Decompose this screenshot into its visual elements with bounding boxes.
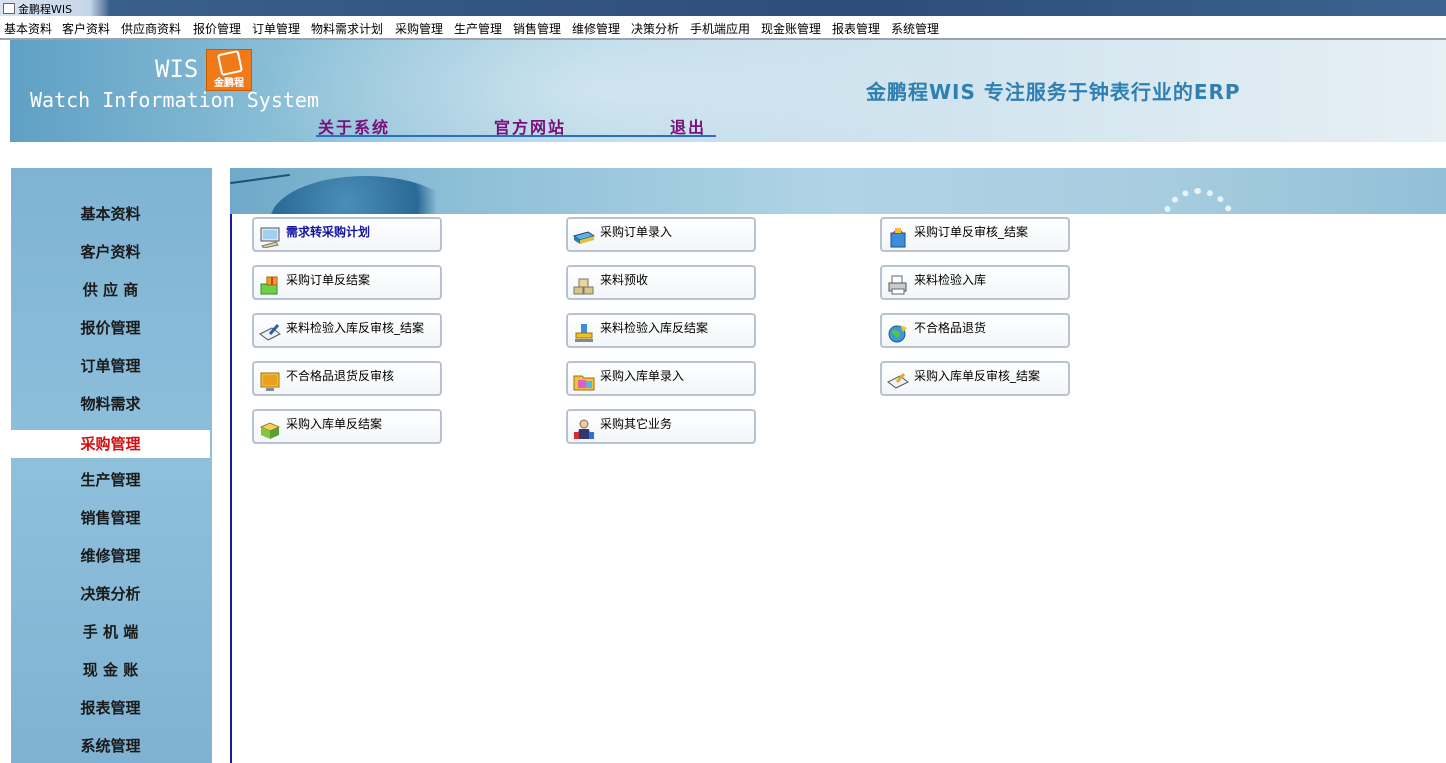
function-label: 采购订单反结案 [286,273,371,287]
laptop-order-icon [572,231,596,244]
function-label: 采购入库单反结案 [286,417,383,431]
sidebar-item-cash[interactable]: 现 金 账 [11,656,210,684]
sidebar: 基本资料 客户资料 供 应 商 报价管理 订单管理 物料需求 采购管理 生产管理… [11,168,212,763]
stamp-icon [575,324,593,342]
menu-decision[interactable]: 决策分析 [631,20,679,37]
window-titlebar: 金鹏程WIS [0,0,1446,16]
header-streak [230,173,290,185]
package-icon [259,422,281,439]
function-button-defective-return[interactable]: 不合格品退货 [880,313,1070,348]
function-label: 采购订单录入 [600,225,673,239]
globe-decoration [270,176,460,214]
function-button-purchase-order-unaudit-close[interactable]: 采购订单反审核_结案 [880,217,1070,252]
window-title: 金鹏程WIS [18,3,73,16]
menu-production[interactable]: 生产管理 [454,20,502,37]
wis-title: WIS [155,55,199,83]
app-icon [3,3,15,14]
function-button-demand-to-purchase-plan[interactable]: 需求转采购计划 [252,217,442,252]
function-label: 采购入库单反审核_结案 [914,369,1041,383]
function-button-defective-return-unaudit[interactable]: 不合格品退货反审核 [252,361,442,396]
function-button-purchase-order-entry[interactable]: 采购订单录入 [566,217,756,252]
sidebar-item-supplier[interactable]: 供 应 商 [11,276,210,304]
users-group-icon [574,419,594,439]
menu-system[interactable]: 系统管理 [891,20,939,37]
gift-box-icon [260,276,278,295]
sidebar-item-purchase[interactable]: 采购管理 [11,430,210,458]
function-label: 不合格品退货 [914,321,987,335]
function-label: 来料检验入库 [914,273,987,287]
content-left-border [230,214,232,763]
function-button-purchase-stock-in-reopen[interactable]: 采购入库单反结案 [252,409,442,444]
stacked-boxes-icon [573,278,594,295]
globe-return-icon [888,325,907,343]
menu-repair[interactable]: 维修管理 [572,20,620,37]
sidebar-item-quotation[interactable]: 报价管理 [11,314,210,342]
header-banner: WIS 金鹏程 Watch Information System 金鹏程WIS … [10,40,1446,142]
function-button-purchase-order-reopen[interactable]: 采购订单反结案 [252,265,442,300]
menu-mrp[interactable]: 物料需求计划 [311,20,383,37]
sidebar-item-mobile[interactable]: 手 机 端 [11,618,210,646]
function-button-inspection-reopen[interactable]: 来料检验入库反结案 [566,313,756,348]
sidebar-item-sales[interactable]: 销售管理 [11,504,210,532]
function-label: 不合格品退货反审核 [286,369,395,383]
function-button-purchase-stock-in-unaudit-close[interactable]: 采购入库单反审核_结案 [880,361,1070,396]
monitor-plan-icon [260,227,280,248]
slogan: 金鹏程WIS 专注服务于钟表行业的ERP [866,80,1241,104]
sidebar-item-basic-info[interactable]: 基本资料 [11,200,210,228]
menu-cash[interactable]: 现金账管理 [761,20,821,37]
menu-customer-info[interactable]: 客户资料 [62,20,110,37]
function-button-incoming-prereceive[interactable]: 来料预收 [566,265,756,300]
function-button-purchase-stock-in-entry[interactable]: 采购入库单录入 [566,361,756,396]
menu-reports[interactable]: 报表管理 [832,20,880,37]
function-label: 采购其它业务 [600,417,673,431]
gear-icon [1160,188,1236,214]
sidebar-item-system[interactable]: 系统管理 [11,732,210,760]
shopping-bag-icon [890,228,906,248]
function-button-inspection-unaudit-close[interactable]: 来料检验入库反审核_结案 [252,313,442,348]
sidebar-item-production[interactable]: 生产管理 [11,466,210,494]
book-edit-icon [887,373,909,389]
function-button-incoming-inspection-stock-in[interactable]: 来料检验入库 [880,265,1070,300]
notebook-edit-icon [259,324,281,341]
menu-orders[interactable]: 订单管理 [252,20,300,37]
function-label: 来料检验入库反审核_结案 [286,321,425,335]
menu-quotation[interactable]: 报价管理 [193,20,241,37]
sidebar-item-repair[interactable]: 维修管理 [11,542,210,570]
sidebar-item-orders[interactable]: 订单管理 [11,352,210,380]
function-label: 采购订单反审核_结案 [914,225,1029,239]
logo-mark-icon [216,49,244,77]
logo-text: 金鹏程 [214,78,244,89]
content-header [230,168,1446,214]
menu-basic-info[interactable]: 基本资料 [4,20,52,37]
function-label: 需求转采购计划 [286,225,371,239]
function-label: 来料预收 [600,273,649,287]
system-name: Watch Information System [30,88,319,112]
function-label: 采购入库单录入 [600,369,685,383]
sidebar-item-material-demand[interactable]: 物料需求 [11,390,210,418]
folder-docs-icon [573,375,595,391]
menu-purchase[interactable]: 采购管理 [395,20,443,37]
monitor-edit-icon [260,372,280,391]
menu-mobile[interactable]: 手机端应用 [690,20,750,37]
sidebar-item-customer-info[interactable]: 客户资料 [11,238,210,266]
menu-sales[interactable]: 销售管理 [513,20,561,37]
sidebar-item-reports[interactable]: 报表管理 [11,694,210,722]
sidebar-item-decision[interactable]: 决策分析 [11,580,210,608]
menu-supplier-info[interactable]: 供应商资料 [121,20,181,37]
function-button-purchase-other-business[interactable]: 采购其它业务 [566,409,756,444]
function-label: 来料检验入库反结案 [600,321,709,335]
menu-bar: 基本资料 客户资料 供应商资料 报价管理 订单管理 物料需求计划 采购管理 生产… [0,16,1446,40]
link-underline [316,135,716,137]
printer-icon [888,275,907,295]
brand-logo: 金鹏程 [206,49,252,91]
